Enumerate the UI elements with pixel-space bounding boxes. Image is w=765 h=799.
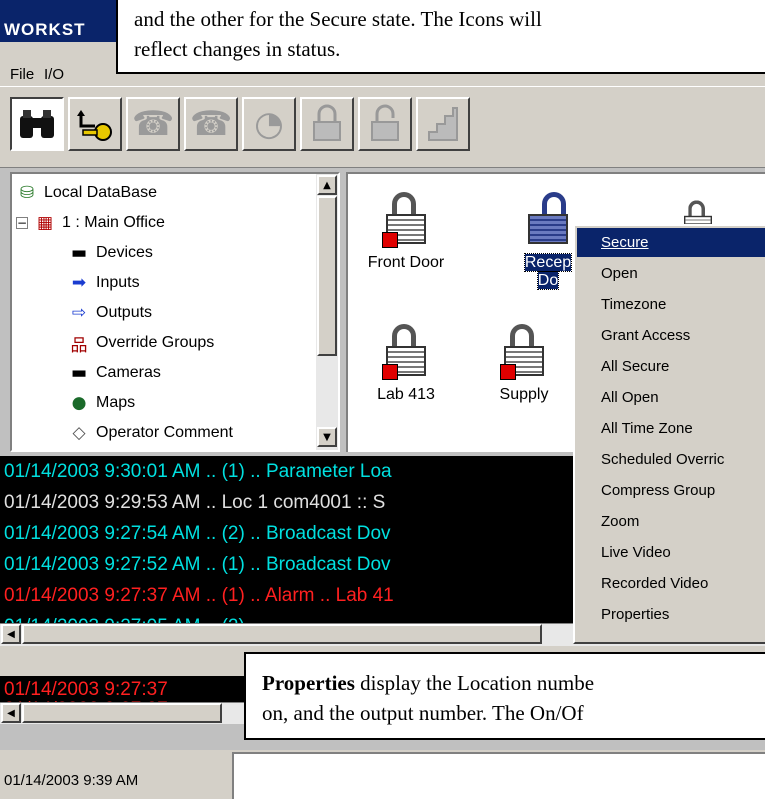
tree-item-label: Devices [96,244,153,261]
device-lab-413[interactable]: Lab 413 [356,324,456,404]
find-button[interactable] [10,97,64,151]
camera-icon: ▬ [70,363,88,383]
logon-button[interactable] [68,97,122,151]
log-line: 01/14/2003 9:27:54 AM .. (2) .. Broadcas… [4,523,391,544]
context-menu: Secure Open Timezone Grant Access All Se… [573,224,765,644]
log-line: 01/14/2003 9:27:37 AM .. (1) .. Alarm ..… [4,585,394,606]
callout-line: on, and the output number. The On/Of [262,701,584,725]
window-title: WORKST [4,20,86,39]
device-label: Do [536,271,560,290]
stopwatch-icon: ◔ [254,104,284,144]
menu-item-properties[interactable]: Properties [577,600,765,629]
secure-button[interactable] [300,97,354,151]
menu-item-all-open[interactable]: All Open [577,383,765,412]
tree-panel: ⛁ Local DataBase − ▦ 1 : Main Office ▬ D… [10,172,340,452]
menu-item-all-secure[interactable]: All Secure [577,352,765,381]
alarm-clear-icon: ☎ [189,104,233,144]
tree-item-maps[interactable]: ● Maps [68,388,136,418]
device-label: Recep [523,253,573,272]
tree-item-label: 1 : Main Office [62,214,165,231]
menu-item-recorded-video[interactable]: Recorded Video [577,569,765,598]
device-label: Front Door [367,254,445,271]
stairs-exit-icon [428,107,458,141]
tree-item-label: Maps [96,394,136,411]
scroll-left-button[interactable]: ◀ [1,703,21,723]
menu-item-zoom[interactable]: Zoom [577,507,765,536]
menu-io[interactable]: I/O [44,66,64,83]
collapse-icon[interactable]: − [16,216,28,230]
scroll-up-button[interactable]: ▲ [317,175,337,195]
tree-item-label: Inputs [96,274,140,291]
callout-bold: Properties [262,671,355,695]
open-button[interactable] [358,97,412,151]
input-arrow-icon: ➡ [71,273,87,293]
lock-closed-icon [313,104,341,141]
tree-item-label: Cameras [96,364,161,381]
comment-icon: ◇ [72,423,86,443]
timezone-button[interactable]: ◔ [242,97,296,151]
binoculars-icon [20,110,54,138]
scroll-thumb[interactable] [22,703,222,723]
lock-icon [382,192,430,248]
lock-icon [382,324,430,380]
device-front-door[interactable]: Front Door [356,192,456,272]
tree-item-override-groups[interactable]: 品 Override Groups [68,328,215,358]
tree-item-label: Local DataBase [44,184,157,201]
callout-bottom: Properties display the Location numbe on… [244,652,765,740]
lock-icon [500,324,548,380]
exit-button[interactable] [416,97,470,151]
lock-open-icon [524,192,572,248]
menu-item-all-time-zone[interactable]: All Time Zone [577,414,765,443]
status-datetime: 01/14/2003 9:39 AM [4,772,139,789]
menu-item-timezone[interactable]: Timezone [577,290,765,319]
building-icon: ▦ [36,213,54,233]
tree-item-label: Outputs [96,304,153,321]
toolbar: ☎ ☎ ◔ [0,86,765,168]
log-line: 01/14/2003 9:27:52 AM .. (1) .. Broadcas… [4,554,391,575]
globe-icon: ● [71,393,87,413]
callout-line: reflect changes in status. [134,37,341,61]
log-line: 01/14/2003 9:29:53 AM .. Loc 1 com4001 :… [4,492,386,513]
tree-item-inputs[interactable]: ➡ Inputs [68,268,140,298]
tree-item-outputs[interactable]: ⇨ Outputs [68,298,152,328]
menu-file[interactable]: File [10,66,34,83]
key-icon [77,110,112,141]
tree-scrollbar[interactable]: ▲ ▼ [316,174,338,450]
menu-item-live-video[interactable]: Live Video [577,538,765,567]
log-line: 01/14/2003 9:30:01 AM .. (1) .. Paramete… [4,461,392,482]
menu-item-grant-access[interactable]: Grant Access [577,321,765,350]
device-icon: ▬ [70,243,88,263]
tree-item-cameras[interactable]: ▬ Cameras [68,358,161,388]
acknowledge-button[interactable]: ☎ [126,97,180,151]
menu-item-compress-group[interactable]: Compress Group [577,476,765,505]
tree-item-label: Override Groups [96,334,215,351]
scroll-thumb[interactable] [22,624,542,644]
callout-line: and the other for the Secure state. The … [134,7,542,31]
scroll-left-button[interactable]: ◀ [1,624,21,644]
callout-text: display the Location numbe [354,671,595,695]
device-supply[interactable]: Supply [474,324,574,404]
device-label: Lab 413 [377,386,435,403]
menu-item-secure[interactable]: Secure [577,228,765,257]
scroll-thumb[interactable] [317,196,337,356]
alarm-ack-icon: ☎ [131,104,175,144]
tree-item-main-office[interactable]: − ▦ 1 : Main Office [16,208,165,238]
scroll-down-button[interactable]: ▼ [317,427,337,447]
tree-item-label: Operator Comment [96,424,233,441]
lock-open-icon [371,104,399,141]
callout-top: and the other for the Secure state. The … [116,0,765,74]
network-icon: 品 [70,335,88,356]
tree-item-local-database[interactable]: ⛁ Local DataBase [16,178,157,208]
status-bar: 01/14/2003 9:39 AM [0,750,765,799]
database-icon: ⛁ [19,183,35,203]
status-panel [232,752,765,799]
device-label: Supply [499,386,549,403]
tree-item-operator-comment[interactable]: ◇ Operator Comment [68,418,233,448]
clear-button[interactable]: ☎ [184,97,238,151]
tree-item-devices[interactable]: ▬ Devices [68,238,153,268]
menu-item-open[interactable]: Open [577,259,765,288]
menu-item-scheduled-override[interactable]: Scheduled Overric [577,445,765,474]
output-arrow-icon: ⇨ [71,303,87,323]
log-line: 01/14/2003 9:27:05 AM .. (2) .. ... [4,611,282,623]
